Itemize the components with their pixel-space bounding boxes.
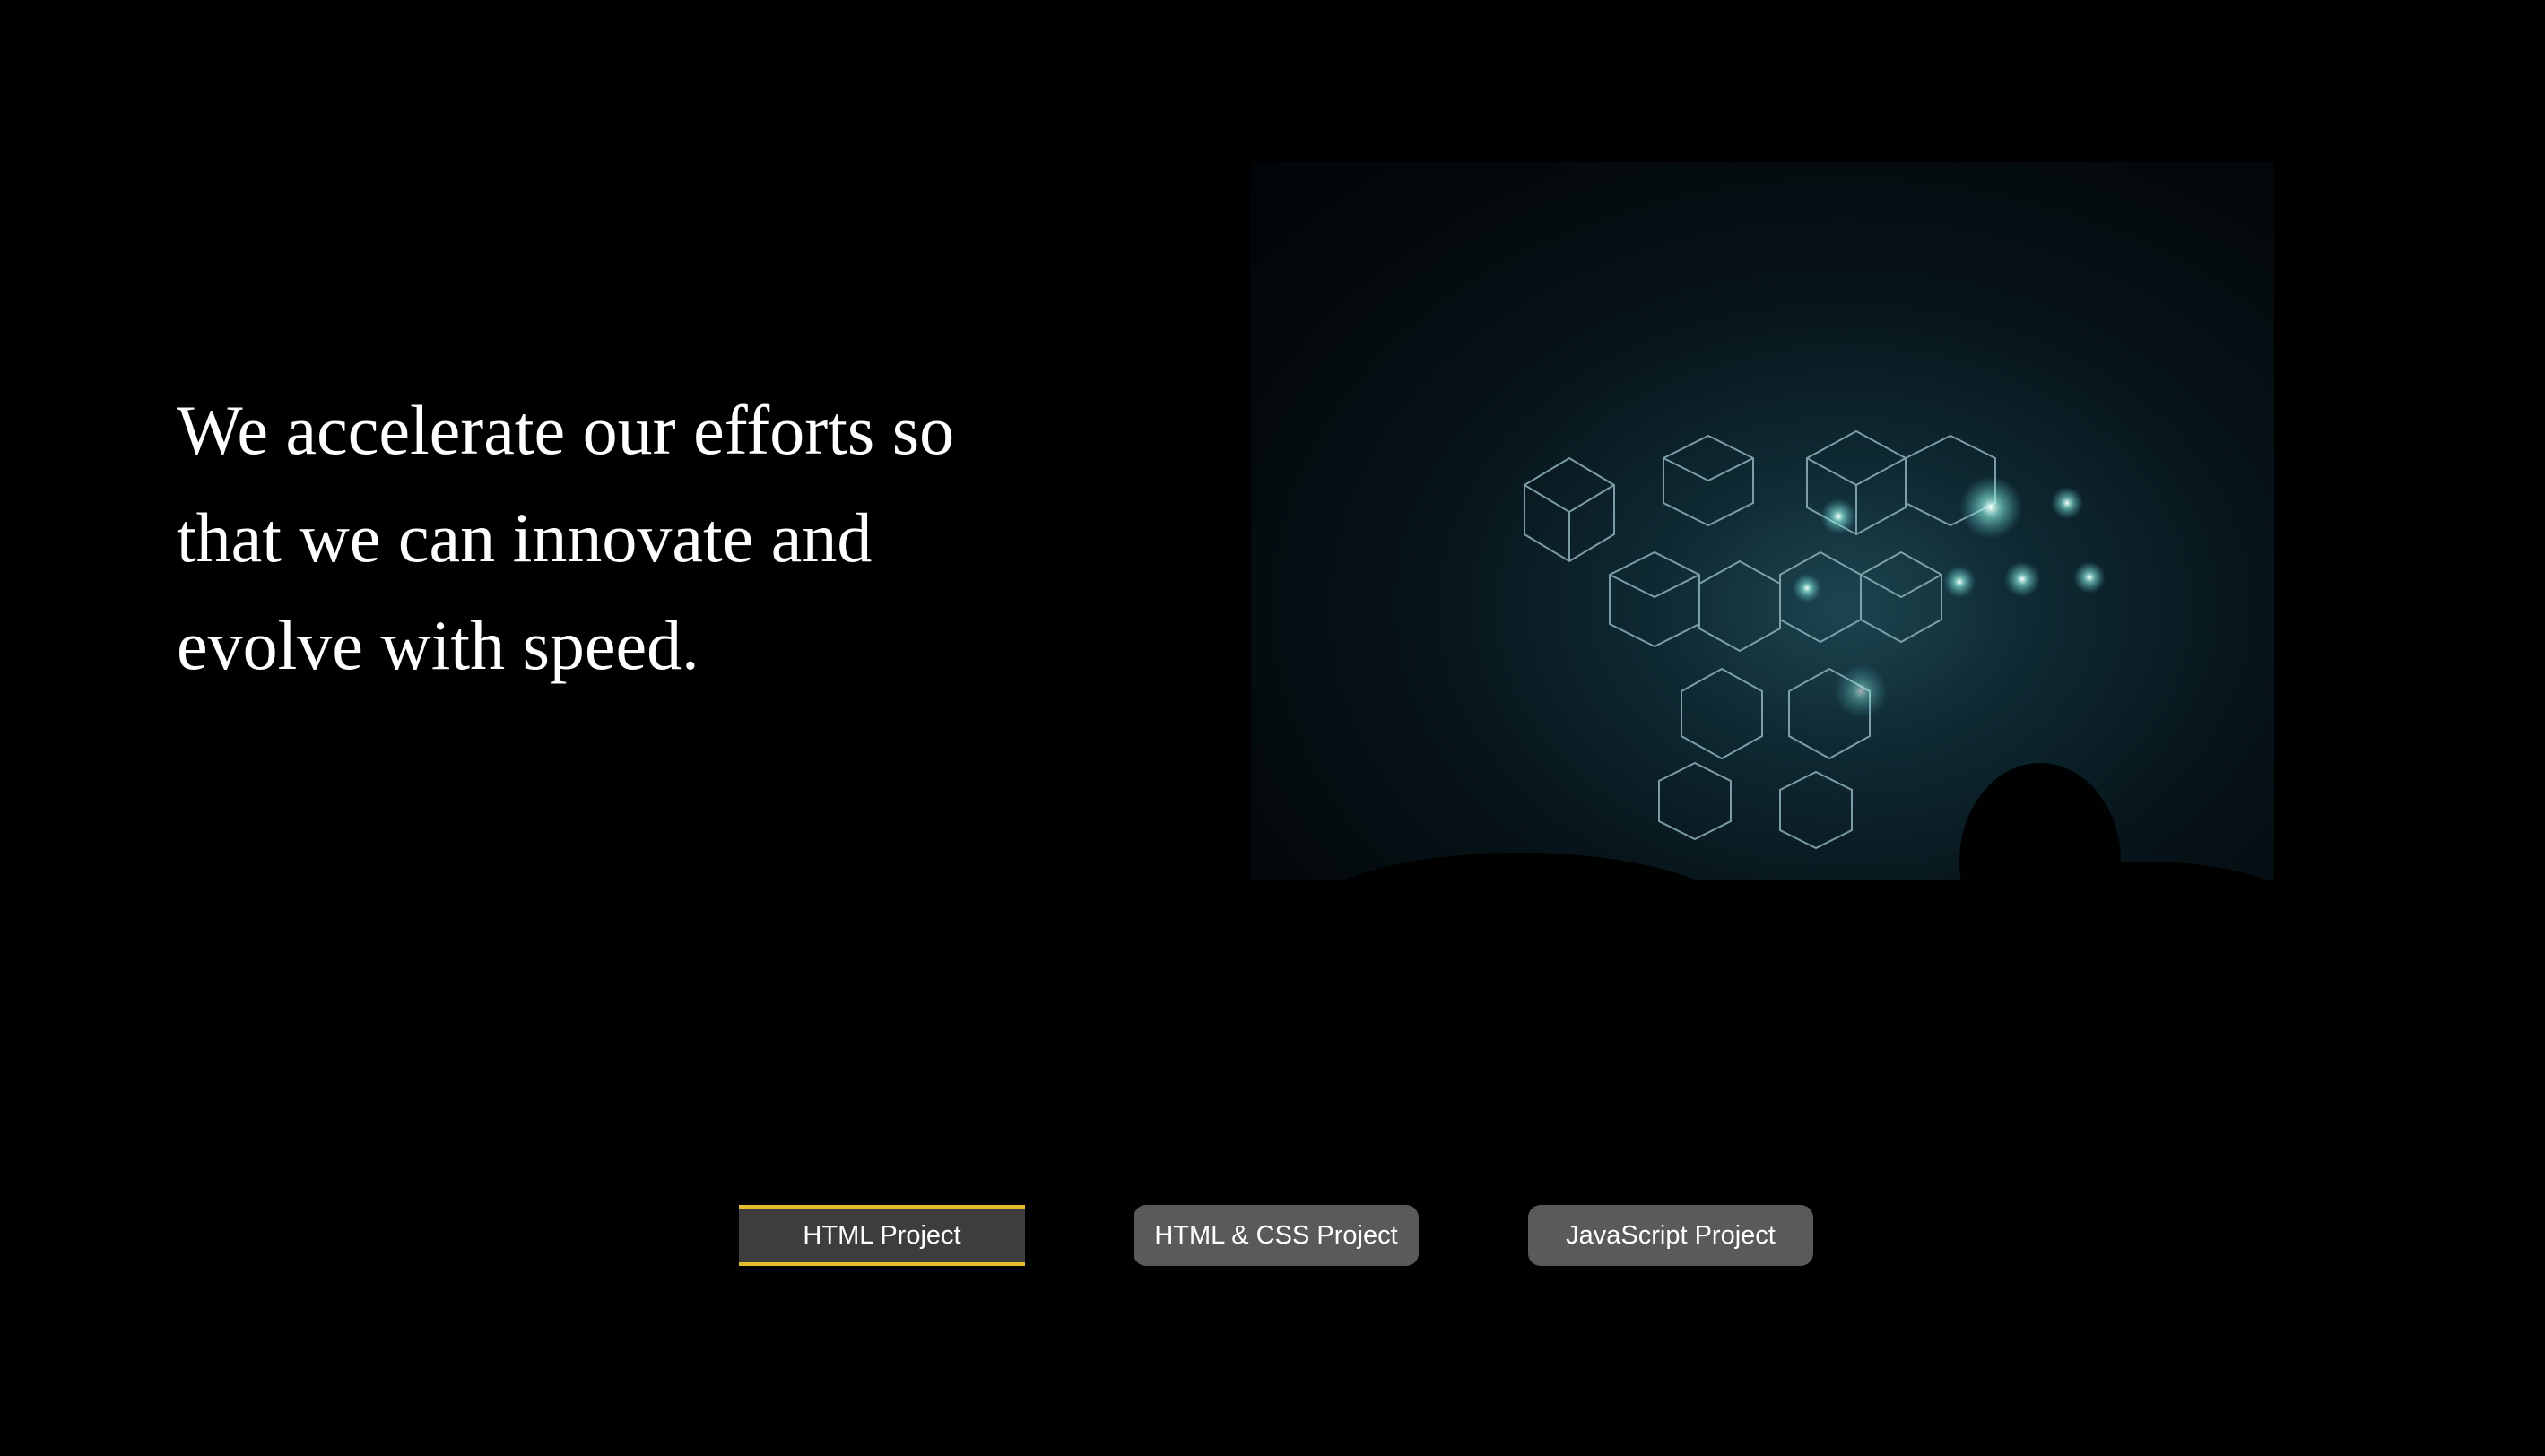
tab-javascript-project[interactable]: JavaScript Project [1528,1205,1813,1266]
hero-image [1251,162,2274,928]
stage-lights-illustration [1251,429,2274,928]
hero-headline: We accelerate our efforts so that we can… [177,391,955,684]
tab-html-project[interactable]: HTML Project [739,1205,1025,1266]
tab-html-css-project[interactable]: HTML & CSS Project [1134,1205,1419,1266]
